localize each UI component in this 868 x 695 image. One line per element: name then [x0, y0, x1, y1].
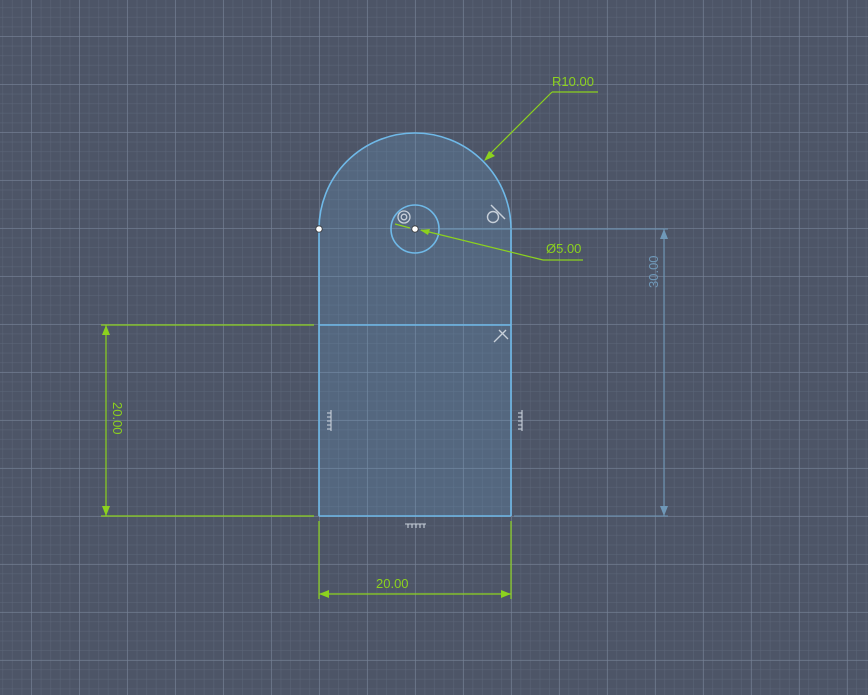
width-dimension[interactable] [318, 521, 512, 599]
radius-dimension-label[interactable]: R10.00 [552, 74, 594, 89]
arc-endpoint[interactable] [315, 225, 323, 233]
diameter-dimension-label[interactable]: Ø5.00 [546, 241, 581, 256]
width-dimension-label[interactable]: 20.00 [376, 576, 409, 591]
radius-dimension[interactable] [484, 91, 598, 161]
left-height-dimension[interactable] [101, 324, 314, 517]
height-dimension-label[interactable]: 30.00 [646, 255, 661, 288]
sketch-svg[interactable]: R10.00 Ø5.00 30.00 20.00 20.00 [0, 0, 868, 695]
vertical-constraint-icon-right[interactable] [518, 410, 523, 431]
horizontal-constraint-icon[interactable] [405, 523, 426, 528]
left-height-dimension-label[interactable]: 20.00 [110, 402, 125, 435]
arc-center-point[interactable] [411, 225, 419, 233]
sketch-canvas[interactable]: R10.00 Ø5.00 30.00 20.00 20.00 [0, 0, 868, 695]
